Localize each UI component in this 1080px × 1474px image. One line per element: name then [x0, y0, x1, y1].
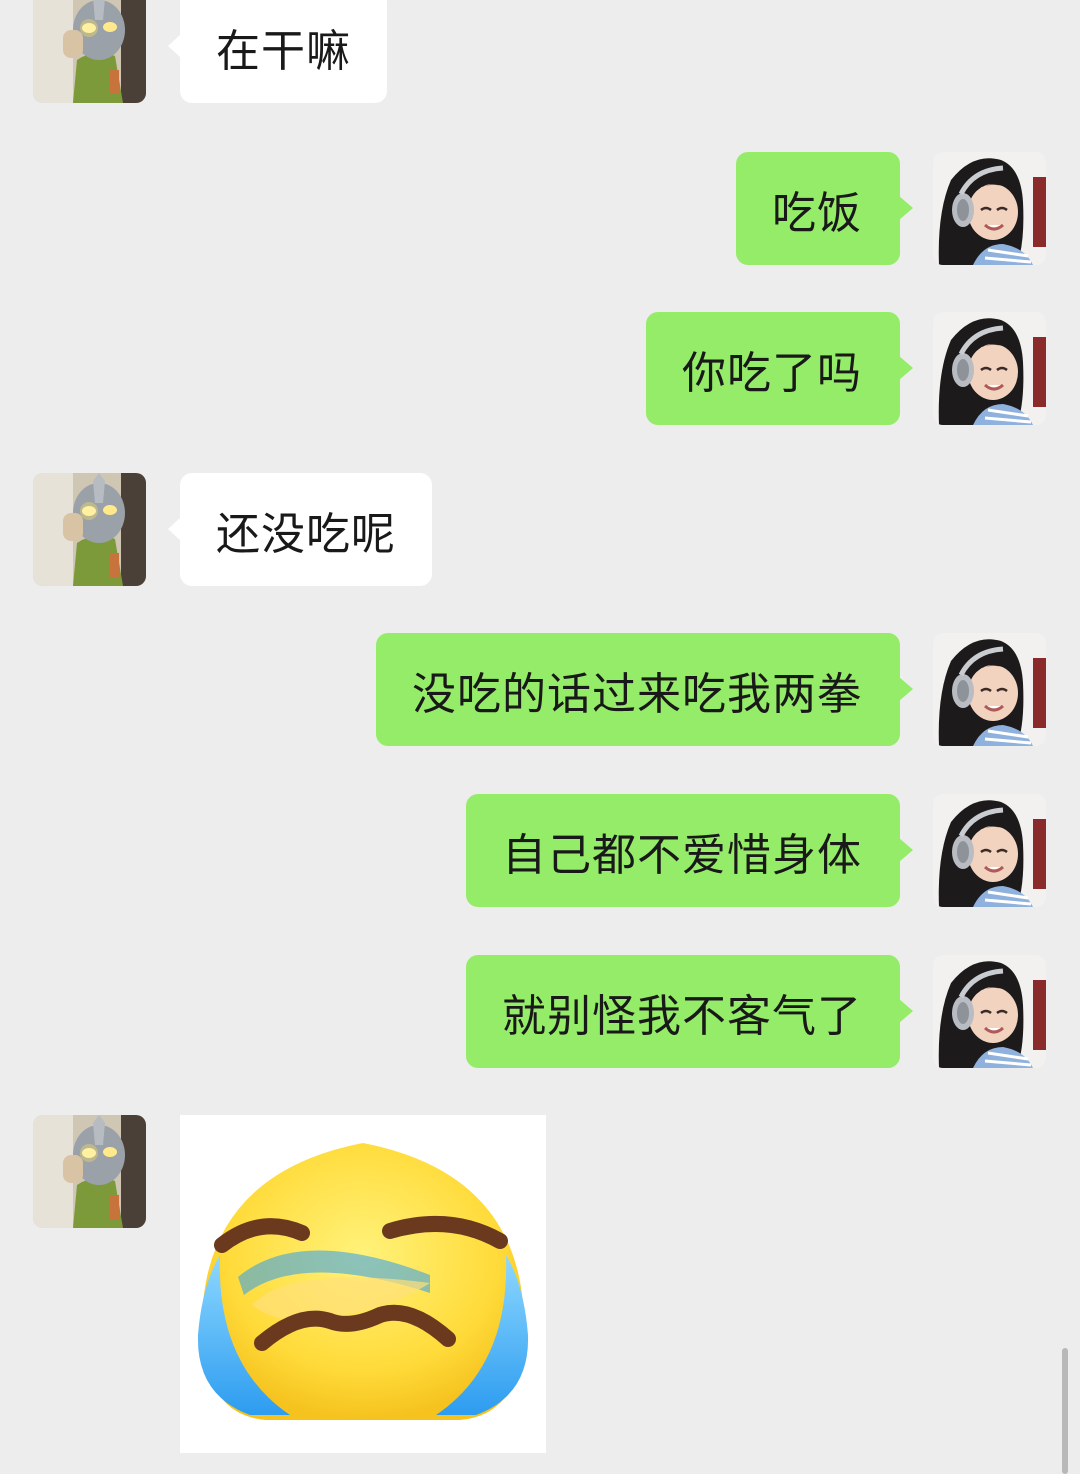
my-avatar[interactable]	[933, 312, 1046, 425]
my-avatar[interactable]	[933, 955, 1046, 1068]
crying-face-sticker[interactable]	[180, 1115, 546, 1453]
outgoing-message-bubble[interactable]: 就别怪我不客气了	[466, 955, 913, 1068]
outgoing-message-bubble[interactable]: 你吃了吗	[646, 312, 913, 425]
my-avatar[interactable]	[933, 794, 1046, 907]
outgoing-message-bubble[interactable]: 自己都不爱惜身体	[466, 794, 913, 907]
outgoing-message-bubble[interactable]: 吃饭	[736, 152, 913, 265]
contact-avatar[interactable]	[33, 1115, 146, 1228]
scrollbar[interactable]	[1062, 1348, 1068, 1474]
outgoing-message-bubble[interactable]: 没吃的话过来吃我两拳	[376, 633, 913, 746]
my-avatar[interactable]	[933, 633, 1046, 746]
incoming-message-bubble[interactable]: 在干嘛	[168, 0, 387, 103]
contact-avatar[interactable]	[33, 0, 146, 103]
contact-avatar[interactable]	[33, 473, 146, 586]
incoming-message-bubble[interactable]: 还没吃呢	[168, 473, 432, 586]
my-avatar[interactable]	[933, 152, 1046, 265]
